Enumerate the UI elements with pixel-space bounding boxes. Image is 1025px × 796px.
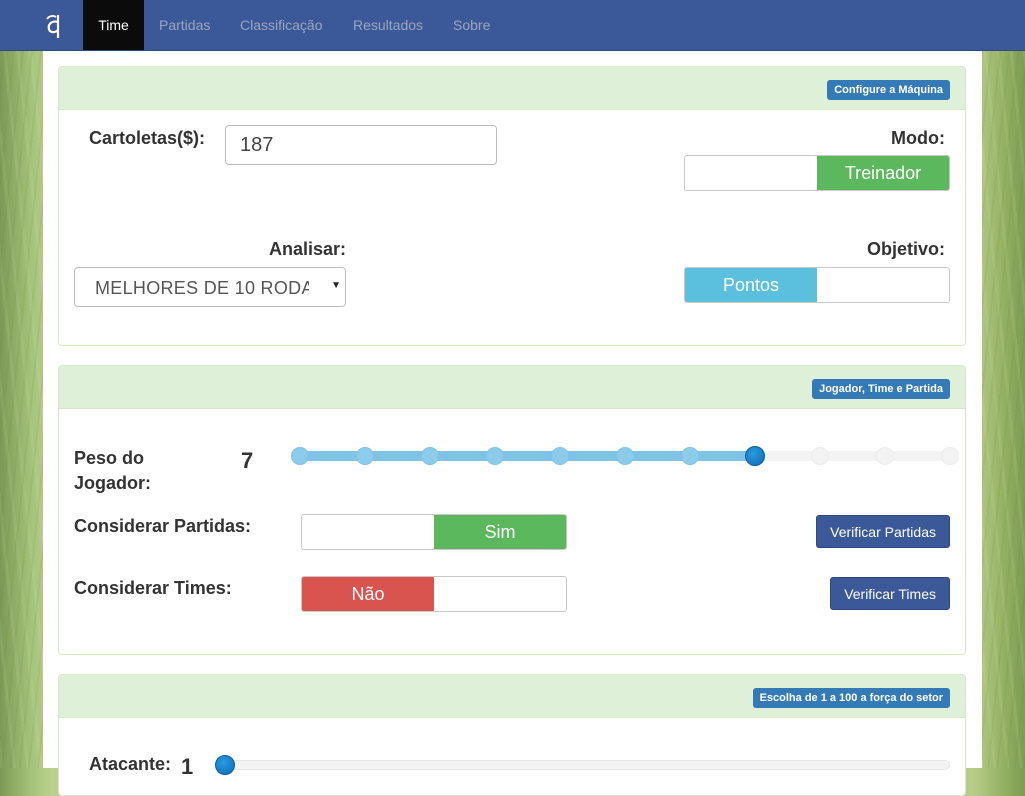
analisar-label: Analisar: bbox=[269, 239, 347, 259]
nav-item-time[interactable]: Time bbox=[83, 0, 144, 50]
machine-config-panel: Configure a Máquina Cartoletas($): Modo:… bbox=[58, 66, 966, 346]
objetivo-label: Objetivo: bbox=[866, 239, 945, 259]
modo-toggle[interactable]: Treinador bbox=[684, 155, 950, 191]
slider-tick[interactable] bbox=[941, 447, 959, 465]
chevron-down-icon: ▼ bbox=[331, 280, 341, 291]
navbar: Time Partidas Classificação Resultados S… bbox=[0, 0, 1025, 51]
partidas-option-sim[interactable]: Sim bbox=[434, 515, 566, 549]
slider-tick[interactable] bbox=[421, 447, 439, 465]
partidas-toggle[interactable]: Sim bbox=[301, 514, 567, 550]
verificar-times-button[interactable]: Verificar Times bbox=[830, 577, 950, 610]
times-option-nao[interactable]: Não bbox=[302, 577, 434, 611]
peso-value: 7 bbox=[241, 448, 254, 473]
panel-heading: Jogador, Time e Partida bbox=[59, 366, 965, 409]
slider-tick[interactable] bbox=[811, 447, 829, 465]
peso-label: Peso do Jogador: bbox=[74, 448, 152, 493]
panel-heading: Escolha de 1 a 100 a força do setor bbox=[59, 675, 965, 718]
main-container: Configure a Máquina Cartoletas($): Modo:… bbox=[43, 50, 982, 796]
nav-item-sobre[interactable]: Sobre bbox=[453, 0, 490, 50]
slider-thumb[interactable] bbox=[745, 446, 765, 466]
slider-tick[interactable] bbox=[876, 447, 894, 465]
objetivo-toggle[interactable]: Pontos bbox=[684, 267, 950, 303]
player-team-match-panel: Jogador, Time e Partida Peso do Jogador:… bbox=[58, 365, 966, 655]
slider-thumb[interactable] bbox=[215, 755, 235, 775]
modo-label: Modo: bbox=[891, 128, 945, 148]
nav-item-resultados[interactable]: Resultados bbox=[353, 0, 423, 50]
slider-tick[interactable] bbox=[616, 447, 634, 465]
slider-tick[interactable] bbox=[681, 447, 699, 465]
atacante-value: 1 bbox=[181, 754, 194, 779]
panel-badge: Configure a Máquina bbox=[827, 80, 950, 100]
panel-heading: Configure a Máquina bbox=[59, 67, 965, 110]
cartoletas-input[interactable] bbox=[225, 125, 497, 165]
panel-badge: Jogador, Time e Partida bbox=[812, 379, 950, 399]
slider-tick[interactable] bbox=[291, 447, 309, 465]
times-toggle[interactable]: Não bbox=[301, 576, 567, 612]
slider-tick[interactable] bbox=[551, 447, 569, 465]
nav-item-partidas[interactable]: Partidas bbox=[159, 0, 210, 50]
analisar-select[interactable]: MELHORES DE 10 RODADAS ▼ bbox=[74, 267, 346, 307]
slider-tick[interactable] bbox=[486, 447, 504, 465]
cartoletas-label: Cartoletas($): bbox=[89, 128, 206, 148]
slider-track[interactable] bbox=[225, 760, 950, 770]
partidas-label: Considerar Partidas: bbox=[74, 516, 252, 536]
times-label: Considerar Times: bbox=[74, 578, 232, 598]
verificar-partidas-button[interactable]: Verificar Partidas bbox=[816, 515, 950, 548]
logo-icon[interactable] bbox=[44, 12, 66, 40]
nav-item-classificacao[interactable]: Classificação bbox=[240, 0, 322, 50]
sector-strength-panel: Escolha de 1 a 100 a força do setor Atac… bbox=[58, 674, 966, 796]
modo-option-treinador[interactable]: Treinador bbox=[817, 156, 949, 190]
panel-badge: Escolha de 1 a 100 a força do setor bbox=[752, 688, 950, 708]
atacante-label: Atacante: bbox=[89, 754, 172, 774]
slider-tick[interactable] bbox=[356, 447, 374, 465]
objetivo-option-pontos[interactable]: Pontos bbox=[685, 268, 817, 302]
